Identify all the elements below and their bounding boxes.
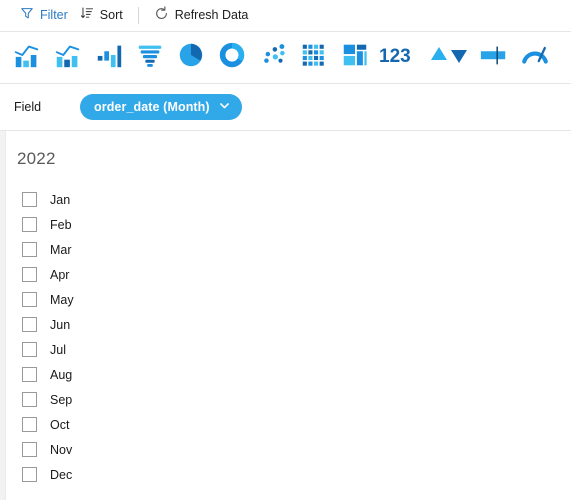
heatmap-chart-button[interactable] [293,37,334,79]
line-column-chart-alt-icon [53,40,83,75]
filter-option-label: Oct [50,417,70,432]
left-rail [0,131,6,500]
number-123-icon: 123 [378,42,422,73]
filter-option-row[interactable]: Apr [0,262,571,287]
filter-button[interactable]: Filter [14,4,74,28]
donut-chart-button[interactable] [211,37,252,79]
field-dropdown-value: order_date (Month) [94,100,210,114]
line-column-chart-button[interactable] [6,37,47,79]
bullet-bar-icon [478,40,510,75]
funnel-chart-icon [135,40,165,75]
filter-label: Filter [40,8,68,23]
refresh-data-label: Refresh Data [174,8,249,23]
filter-option-label: Dec [50,467,73,482]
filter-option-label: Sep [50,392,73,407]
filter-option-label: Jan [50,192,71,207]
filter-option-label: Feb [50,217,72,232]
bullet-chart-button[interactable] [473,37,514,79]
number-card-button[interactable]: 123 [375,37,425,79]
sort-button[interactable]: Sort [74,4,129,28]
svg-text:123: 123 [379,46,411,67]
filter-option-row[interactable]: Jan [0,187,571,212]
filter-option-label: Jun [50,317,71,332]
heatmap-grid-icon [299,40,329,75]
filter-option-row[interactable]: Oct [0,412,571,437]
toolbar-divider [137,7,139,24]
filter-option-label: Mar [50,242,72,257]
refresh-data-button[interactable]: Refresh Data [148,4,255,28]
filter-option-row[interactable]: Jul [0,337,571,362]
column-chart-button[interactable] [88,37,129,79]
donut-chart-icon [217,40,247,75]
visualization-toolbar: 123 [0,32,571,84]
treemap-chart-button[interactable] [334,37,375,79]
filter-option-row[interactable]: Sep [0,387,571,412]
sort-icon [80,6,94,25]
checkbox-nov[interactable] [22,442,37,457]
filter-values-panel: 2022 Jan Feb Mar Apr May Jun Jul Aug Sep Oct Nov De… [0,131,571,500]
filter-option-label: May [50,292,74,307]
field-row: Field order_date (Month) [0,84,571,131]
filter-option-row[interactable]: May [0,287,571,312]
line-column-chart-icon [12,40,42,75]
field-dropdown[interactable]: order_date (Month) [80,94,242,120]
checkbox-mar[interactable] [22,242,37,257]
funnel-chart-button[interactable] [129,37,170,79]
checkbox-jul[interactable] [22,342,37,357]
pie-chart-icon [176,40,206,75]
filter-option-row[interactable]: Mar [0,237,571,262]
kpi-comparison-button[interactable] [425,37,473,79]
line-column-chart-alt-button[interactable] [47,37,88,79]
filter-option-label: Apr [50,267,70,282]
checkbox-aug[interactable] [22,367,37,382]
refresh-icon [154,5,169,26]
chevron-down-icon [219,98,230,116]
scatter-chart-button[interactable] [252,37,293,79]
field-label: Field [14,100,42,114]
sort-label: Sort [99,8,123,23]
group-title-year: 2022 [17,149,56,168]
filter-option-row[interactable]: Aug [0,362,571,387]
checkbox-dec[interactable] [22,467,37,482]
filter-options-list: Jan Feb Mar Apr May Jun Jul Aug Sep Oct Nov Dec [0,169,571,487]
filter-option-row[interactable]: Feb [0,212,571,237]
up-down-triangles-icon [429,42,469,73]
filter-option-label: Nov [50,442,73,457]
checkbox-jun[interactable] [22,317,37,332]
command-bar: Filter Sort Refresh Data [0,0,571,32]
scatter-chart-icon [258,40,288,75]
filter-option-row[interactable]: Nov [0,437,571,462]
filter-option-label: Jul [50,342,66,357]
funnel-icon [20,6,34,25]
filter-option-row[interactable]: Dec [0,462,571,487]
checkbox-feb[interactable] [22,217,37,232]
checkbox-may[interactable] [22,292,37,307]
checkbox-jan[interactable] [22,192,37,207]
pie-chart-button[interactable] [170,37,211,79]
gauge-chart-button[interactable] [514,37,555,79]
filter-option-label: Aug [50,367,73,382]
checkbox-oct[interactable] [22,417,37,432]
gauge-icon [520,40,550,75]
column-chart-icon [94,40,124,75]
treemap-icon [340,40,370,75]
checkbox-sep[interactable] [22,392,37,407]
filter-option-row[interactable]: Jun [0,312,571,337]
checkbox-apr[interactable] [22,267,37,282]
